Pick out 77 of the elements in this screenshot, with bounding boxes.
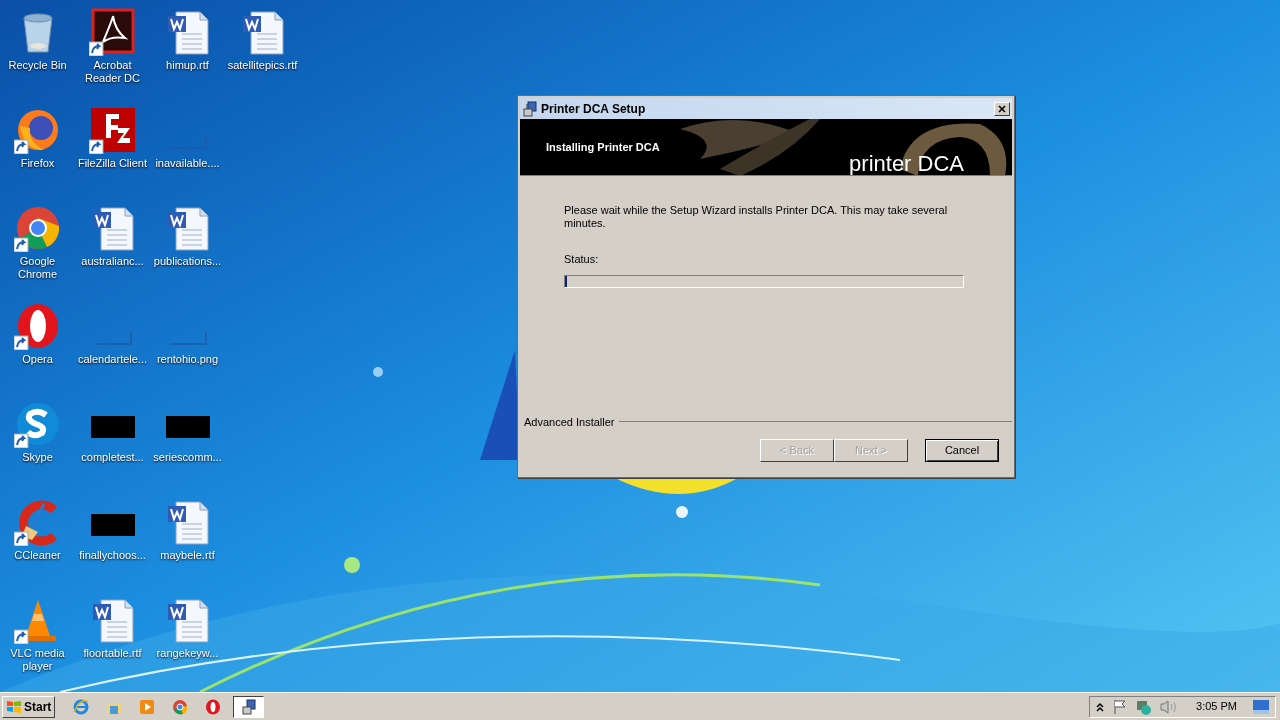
desktop-icon[interactable]: australianc... [75, 204, 150, 302]
installer-icon [522, 100, 538, 117]
banner-heading: Installing Printer DCA [546, 140, 660, 155]
opera-icon[interactable] [205, 698, 222, 715]
banner-logo: printer DCA [849, 153, 964, 175]
desktop-icon[interactable]: Recycle Bin [0, 8, 75, 106]
desktop-icon[interactable]: himup.rtf [150, 8, 225, 106]
taskbar-button[interactable] [233, 695, 265, 718]
internet-explorer-icon[interactable] [73, 698, 90, 715]
shortcut-arrow-icon [13, 629, 28, 644]
icon-label: Opera [22, 353, 53, 366]
desktop-icon[interactable]: Opera [0, 302, 75, 400]
desktop-icon[interactable]: Acrobat Reader DC [75, 8, 150, 106]
desktop-icon[interactable]: seriescomm... [150, 400, 225, 498]
close-icon [998, 104, 1006, 113]
icon-label: Recycle Bin [8, 59, 67, 72]
wizard-button[interactable]: Cancel [925, 439, 999, 462]
icon-label: Skype [22, 451, 53, 464]
icon-label: Google Chrome [16, 255, 59, 281]
installer-icon [240, 698, 257, 715]
desktop-icon[interactable]: Skype [0, 400, 75, 498]
status-label: Status: [564, 252, 600, 267]
chrome-icon[interactable] [172, 698, 189, 715]
icon-label: inavailable.... [155, 157, 220, 170]
desktop-icon[interactable]: satellitepics.rtf [225, 8, 300, 106]
shortcut-arrow-icon [88, 41, 103, 56]
desktop-icon[interactable]: maybele.rtf [150, 498, 225, 596]
icon-label: rentohio.png [156, 353, 219, 366]
desktop-icon[interactable]: inavailable.... [150, 106, 225, 204]
window-title: Printer DCA Setup [541, 100, 647, 118]
shortcut-arrow-icon [13, 237, 28, 252]
shortcut-arrow-icon [13, 433, 28, 448]
network-icon[interactable] [1136, 698, 1153, 715]
icon-label: seriescomm... [153, 451, 222, 464]
icon-label: Firefox [20, 157, 55, 170]
icon-label: CCleaner [14, 549, 61, 562]
desktop-icon[interactable]: CCleaner [0, 498, 75, 596]
desktop-icon[interactable]: Google Chrome [0, 204, 75, 302]
start-button[interactable]: Start [2, 695, 56, 718]
clock: 3:05 PM [1196, 699, 1237, 715]
desktop-icon[interactable]: FileZilla Client [75, 106, 150, 204]
desktop-icon[interactable]: VLC media player [0, 596, 75, 692]
show-desktop-icon[interactable] [1253, 699, 1269, 714]
icon-label: satellitepics.rtf [227, 59, 298, 72]
icon-label: maybele.rtf [160, 549, 215, 562]
icon-label: floortable.rtf [83, 647, 142, 660]
icon-label: completest... [81, 451, 144, 464]
icon-label: rangekeyw... [156, 647, 219, 660]
instruction-text: Please wait while the Setup Wizard installs Printer DCA. This may take several minutes. [564, 204, 949, 230]
desktop-icon[interactable]: completest... [75, 400, 150, 498]
desktop-icon[interactable]: rentohio.png [150, 302, 225, 400]
icon-label: FileZilla Client [77, 157, 148, 170]
sparkle-dot [344, 557, 360, 573]
installer-brand: Advanced Installer [524, 414, 615, 430]
desktop-icon[interactable]: Firefox [0, 106, 75, 204]
desktop-icon[interactable]: publications... [150, 204, 225, 302]
icon-label: Acrobat Reader DC [84, 59, 141, 85]
icon-label: publications... [153, 255, 222, 268]
media-player-icon[interactable] [139, 698, 156, 715]
desktop-icon[interactable]: floortable.rtf [75, 596, 150, 692]
icon-label: himup.rtf [166, 59, 209, 72]
close-button[interactable] [994, 101, 1010, 116]
desktop-icon[interactable]: rangekeyw... [150, 596, 225, 692]
icon-label: finallychoos... [79, 549, 146, 562]
windows-logo-icon [6, 699, 22, 714]
icon-label: calendartele... [77, 353, 148, 366]
shortcut-arrow-icon [88, 139, 103, 154]
desktop-icon[interactable]: finallychoos... [75, 498, 150, 596]
icon-label: australianc... [81, 255, 144, 268]
shortcut-arrow-icon [13, 139, 28, 154]
show-hidden-icons-icon[interactable] [1096, 701, 1105, 712]
sparkle-dot [373, 367, 383, 377]
shortcut-arrow-icon [13, 531, 28, 546]
icon-label: VLC media player [9, 647, 66, 673]
shortcut-arrow-icon [13, 335, 28, 350]
desktop-icon[interactable]: calendartele... [75, 302, 150, 400]
sparkle-dot [676, 506, 688, 518]
